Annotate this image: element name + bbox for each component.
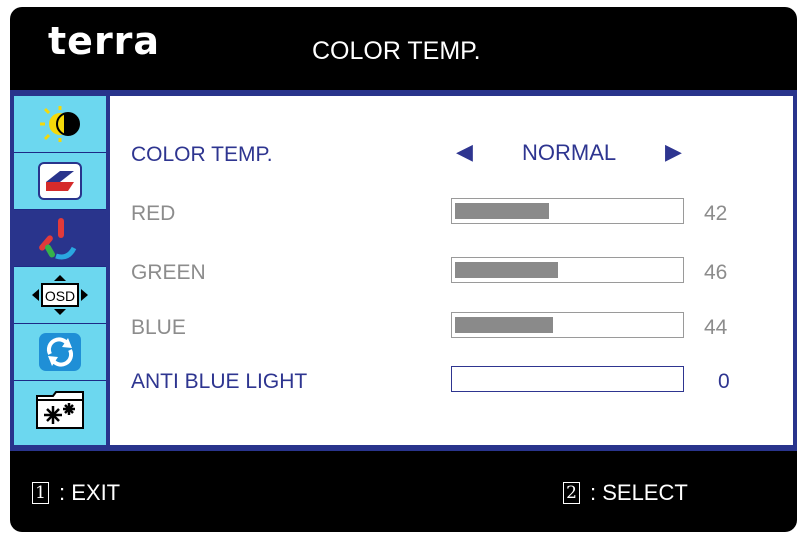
red-label: RED bbox=[131, 202, 176, 225]
reset-icon bbox=[39, 333, 81, 371]
settings-content: COLOR TEMP. ◀ NORMAL ▶ RED 42 GREEN 46 B… bbox=[110, 96, 793, 445]
right-arrow-icon[interactable]: ▶ bbox=[665, 139, 682, 165]
sidebar-item-brightness[interactable] bbox=[14, 96, 106, 153]
sidebar-item-reset[interactable] bbox=[14, 324, 106, 381]
anti-blue-light-value: 0 bbox=[718, 370, 730, 393]
brand-logo: terra bbox=[48, 19, 161, 63]
sidebar-item-color-temp[interactable] bbox=[14, 210, 106, 267]
blue-value: 44 bbox=[704, 316, 728, 339]
exit-label: : EXIT bbox=[59, 480, 121, 505]
color-temp-icon bbox=[39, 218, 77, 260]
green-slider-fill bbox=[455, 262, 558, 278]
blue-slider[interactable] bbox=[451, 312, 684, 338]
footer: 1 : EXIT 2 : SELECT bbox=[10, 451, 797, 532]
sidebar: OSD bbox=[14, 96, 106, 445]
header: terra COLOR TEMP. bbox=[10, 7, 797, 90]
anti-blue-light-slider[interactable] bbox=[451, 366, 684, 392]
green-label: GREEN bbox=[131, 261, 206, 284]
select-hint[interactable]: 2 : SELECT bbox=[563, 480, 688, 506]
svg-text:OSD: OSD bbox=[45, 288, 75, 304]
exit-hint[interactable]: 1 : EXIT bbox=[32, 480, 120, 506]
red-slider[interactable] bbox=[451, 198, 684, 224]
key-1-icon: 1 bbox=[32, 482, 49, 504]
setup-icon bbox=[36, 390, 84, 429]
blue-slider-fill bbox=[455, 317, 553, 333]
green-slider[interactable] bbox=[451, 257, 684, 283]
sidebar-item-setup[interactable] bbox=[14, 381, 106, 438]
color-temp-label[interactable]: COLOR TEMP. bbox=[131, 143, 273, 167]
sidebar-item-osd[interactable]: OSD bbox=[14, 267, 106, 324]
menu-panel: OSD COLOR TEMP. ◀ NORMAL ▶ RED 42 GREEN … bbox=[10, 90, 797, 451]
red-slider-fill bbox=[455, 203, 549, 219]
green-value: 46 bbox=[704, 261, 728, 284]
key-2-icon: 2 bbox=[563, 482, 580, 504]
osd-icon: OSD bbox=[32, 275, 88, 315]
brightness-contrast-icon bbox=[40, 106, 80, 142]
select-label: : SELECT bbox=[590, 480, 688, 505]
color-temp-value[interactable]: NORMAL bbox=[522, 140, 616, 166]
sidebar-item-image[interactable] bbox=[14, 153, 106, 210]
osd-window: terra COLOR TEMP. OSD COLOR TEMP. ◀ NORM… bbox=[10, 7, 797, 532]
anti-blue-light-label[interactable]: ANTI BLUE LIGHT bbox=[131, 370, 307, 394]
red-value: 42 bbox=[704, 202, 728, 225]
blue-label: BLUE bbox=[131, 316, 186, 339]
image-icon bbox=[38, 162, 82, 200]
left-arrow-icon[interactable]: ◀ bbox=[456, 139, 473, 165]
page-title: COLOR TEMP. bbox=[312, 37, 481, 65]
